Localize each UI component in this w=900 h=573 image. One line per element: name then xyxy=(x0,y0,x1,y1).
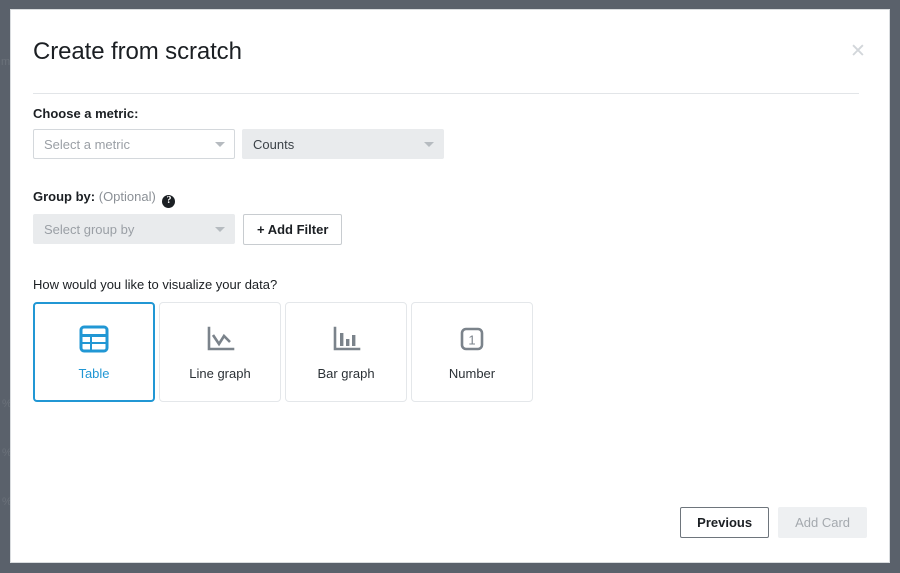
viz-option-label: Table xyxy=(78,366,109,381)
help-circle-icon[interactable]: ? xyxy=(162,195,175,208)
group-by-label-text: Group by: xyxy=(33,189,95,204)
modal-body: Choose a metric: Select a metric Counts … xyxy=(33,106,867,402)
viz-option-label: Line graph xyxy=(189,366,250,381)
group-by-select[interactable]: Select group by xyxy=(33,214,235,244)
background-ghost-text: m xyxy=(1,56,10,68)
aggregation-select-value: Counts xyxy=(253,137,294,152)
table-icon xyxy=(79,322,109,356)
svg-text:1: 1 xyxy=(468,333,475,348)
group-by-optional-text: (Optional) xyxy=(99,189,156,204)
group-by-row: Select group by + Add Filter xyxy=(33,214,867,245)
metric-select-value: Select a metric xyxy=(44,137,130,152)
number-icon: 1 xyxy=(457,322,487,356)
aggregation-select[interactable]: Counts xyxy=(242,129,444,159)
viz-option-number[interactable]: 1 Number xyxy=(411,302,533,402)
previous-button[interactable]: Previous xyxy=(680,507,769,538)
visualization-options: Table Line graph xyxy=(33,302,867,402)
modal-footer: Previous Add Card xyxy=(680,507,867,538)
viz-option-bar-graph[interactable]: Bar graph xyxy=(285,302,407,402)
add-filter-button[interactable]: + Add Filter xyxy=(243,214,342,245)
chevron-down-icon xyxy=(424,142,434,147)
header-divider xyxy=(33,93,859,94)
metric-select[interactable]: Select a metric xyxy=(33,129,235,159)
group-by-label: Group by: (Optional) ? xyxy=(33,189,867,206)
line-graph-icon xyxy=(205,322,235,356)
chevron-down-icon xyxy=(215,227,225,232)
group-by-select-value: Select group by xyxy=(44,222,134,237)
close-icon[interactable]: ✕ xyxy=(847,40,869,62)
add-card-button[interactable]: Add Card xyxy=(778,507,867,538)
create-from-scratch-modal: Create from scratch ✕ Choose a metric: S… xyxy=(10,9,890,563)
viz-option-table[interactable]: Table xyxy=(33,302,155,402)
viz-option-line-graph[interactable]: Line graph xyxy=(159,302,281,402)
page-title: Create from scratch xyxy=(33,38,242,66)
metric-row: Select a metric Counts xyxy=(33,129,867,159)
bar-graph-icon xyxy=(331,322,361,356)
visualize-question: How would you like to visualize your dat… xyxy=(33,277,867,292)
viz-option-label: Bar graph xyxy=(317,366,374,381)
metric-label: Choose a metric: xyxy=(33,106,867,121)
chevron-down-icon xyxy=(215,142,225,147)
viz-option-label: Number xyxy=(449,366,495,381)
